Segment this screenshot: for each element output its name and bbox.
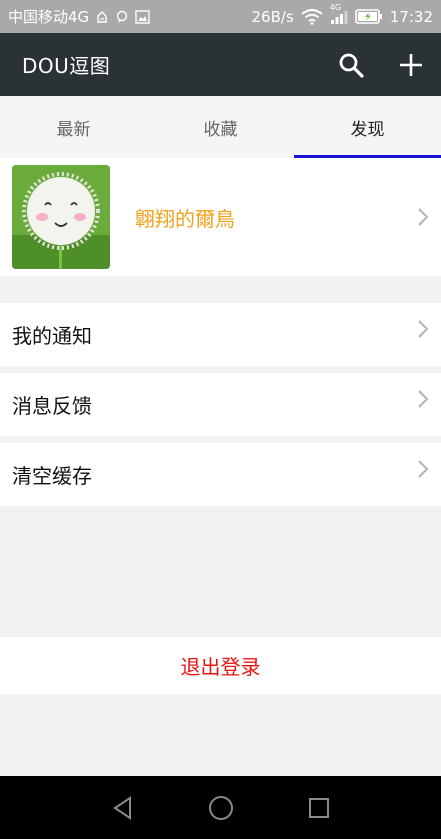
chevron-right-icon (417, 319, 429, 339)
status-bar: 中国移动4G 26B/s 4G 17:32 (0, 0, 441, 33)
home-circle-icon (208, 795, 233, 820)
chat-bubble-icon (115, 10, 129, 24)
status-right: 26B/s 4G 17:32 (251, 3, 433, 26)
status-left: 中国移动4G (8, 6, 150, 27)
carrier-label: 中国移动4G (8, 8, 90, 26)
logout-button[interactable]: 退出登录 (0, 637, 441, 694)
menu-item-clear-cache[interactable]: 清空缓存 (0, 443, 441, 506)
recents-square-icon (308, 797, 329, 818)
search-button[interactable] (321, 33, 381, 96)
tab-discover[interactable]: 发现 (294, 96, 441, 158)
app-actions (321, 33, 441, 96)
tab-favorites[interactable]: 收藏 (147, 96, 294, 158)
logout-label: 退出登录 (180, 655, 261, 679)
tab-label: 发现 (350, 119, 385, 140)
back-button[interactable] (103, 788, 143, 828)
notification-app-icon (95, 10, 109, 24)
screen: 中国移动4G 26B/s 4G 17:32 DOU逗图 最新 收藏 发现 翺翔的… (0, 0, 441, 839)
avatar[interactable] (12, 165, 110, 269)
system-nav-bar (0, 776, 441, 839)
battery-charging-icon (354, 9, 383, 24)
clock: 17:32 (389, 7, 433, 26)
menu-item-label: 消息反馈 (12, 394, 92, 418)
app-bar: DOU逗图 (0, 33, 441, 96)
tab-bar: 最新 收藏 发现 (0, 96, 441, 158)
wifi-icon (301, 8, 323, 25)
search-icon (339, 53, 364, 78)
tab-label: 最新 (56, 119, 91, 140)
profile-row[interactable]: 翺翔的爾鳥 (0, 158, 441, 276)
add-button[interactable] (381, 33, 441, 96)
menu-item-label: 清空缓存 (12, 464, 92, 488)
network-type-label: 4G (329, 2, 342, 12)
signal-icon: 4G (330, 3, 348, 25)
chevron-right-icon (417, 459, 429, 479)
profile-name: 翺翔的爾鳥 (135, 206, 235, 231)
tab-label: 收藏 (203, 119, 238, 140)
avatar-image (12, 165, 110, 269)
recents-button[interactable] (299, 788, 339, 828)
back-triangle-icon (112, 795, 131, 820)
menu-item-feedback[interactable]: 消息反馈 (0, 373, 441, 436)
chevron-right-icon (417, 207, 429, 227)
app-title: DOU逗图 (22, 54, 111, 78)
menu-item-label: 我的通知 (12, 324, 92, 348)
menu-item-notifications[interactable]: 我的通知 (0, 303, 441, 366)
chevron-right-icon (417, 389, 429, 409)
network-speed: 26B/s (251, 7, 294, 26)
tab-latest[interactable]: 最新 (0, 96, 147, 158)
image-icon (135, 9, 150, 24)
home-button[interactable] (201, 788, 241, 828)
plus-icon (400, 53, 422, 76)
